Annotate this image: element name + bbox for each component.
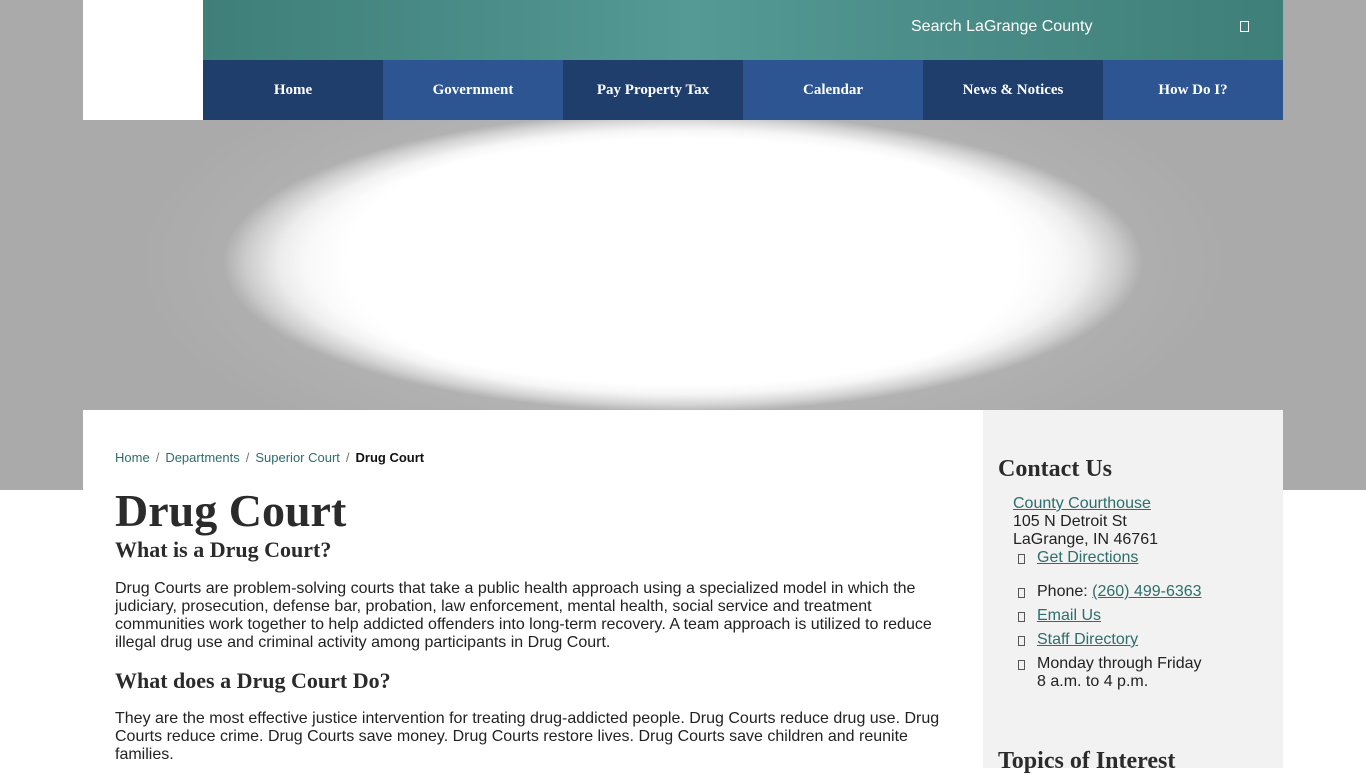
hours-line-2: 8 a.m. to 4 p.m. (1037, 673, 1149, 690)
section-text-what-is: Drug Courts are problem-solving courts t… (115, 580, 932, 651)
top-search-bar: Search LaGrange County (203, 0, 1283, 60)
breadcrumb-current: Drug Court (355, 450, 425, 465)
staff-item: Staff Directory (1037, 631, 1138, 649)
nav-news-notices[interactable]: News & Notices (923, 60, 1103, 120)
staff-directory-link[interactable]: Staff Directory (1037, 631, 1138, 648)
main-nav: Home Government Pay Property Tax Calenda… (203, 60, 1283, 120)
breadcrumb-superior-court[interactable]: Superior Court (255, 450, 340, 465)
nav-government[interactable]: Government (383, 60, 563, 120)
site-logo[interactable] (83, 0, 203, 120)
staff-icon (1018, 636, 1025, 646)
phone-item: Phone: (260) 499-6363 (1037, 583, 1202, 601)
search-label[interactable]: Search LaGrange County (911, 18, 1092, 36)
breadcrumb-separator: / (155, 450, 160, 465)
directions-item: Get Directions (1037, 549, 1138, 567)
address-line-1: 105 N Detroit St (1013, 513, 1127, 530)
sidebar: Contact Us County Courthouse 105 N Detro… (983, 410, 1283, 774)
directions-icon (1018, 554, 1025, 564)
nav-pay-property-tax[interactable]: Pay Property Tax (563, 60, 743, 120)
nav-calendar[interactable]: Calendar (743, 60, 923, 120)
breadcrumb-departments[interactable]: Departments (165, 450, 239, 465)
breadcrumb-home[interactable]: Home (115, 450, 150, 465)
directions-link[interactable]: Get Directions (1037, 549, 1138, 566)
search-icon[interactable] (1240, 21, 1249, 32)
nav-home[interactable]: Home (203, 60, 383, 120)
section-heading-what-does: What does a Drug Court Do? (115, 668, 391, 693)
nav-how-do-i[interactable]: How Do I? (1103, 60, 1283, 120)
breadcrumb: Home / Departments / Superior Court / Drug Cou… (115, 450, 424, 465)
email-item: Email Us (1037, 607, 1101, 625)
address-line-2: LaGrange, IN 46761 (1013, 531, 1158, 548)
main-content: Home / Departments / Superior Court / Drug Cou… (83, 410, 983, 768)
breadcrumb-separator: / (345, 450, 350, 465)
email-icon (1018, 612, 1025, 622)
phone-icon (1018, 588, 1025, 598)
phone-label: Phone: (1037, 583, 1093, 600)
email-link[interactable]: Email Us (1037, 607, 1101, 624)
phone-link[interactable]: (260) 499-6363 (1092, 583, 1201, 600)
section-heading-what-is: What is a Drug Court? (115, 537, 332, 562)
location-link-wrap: County Courthouse (1013, 495, 1151, 513)
breadcrumb-separator: / (245, 450, 250, 465)
clock-icon (1018, 660, 1025, 670)
location-link[interactable]: County Courthouse (1013, 495, 1151, 512)
topics-heading: Topics of Interest (998, 748, 1176, 774)
page-title: Drug Court (115, 485, 347, 536)
contact-heading: Contact Us (998, 456, 1112, 482)
hours-line-1: Monday through Friday (1037, 655, 1202, 672)
section-text-what-does: They are the most effective justice inte… (115, 710, 940, 763)
